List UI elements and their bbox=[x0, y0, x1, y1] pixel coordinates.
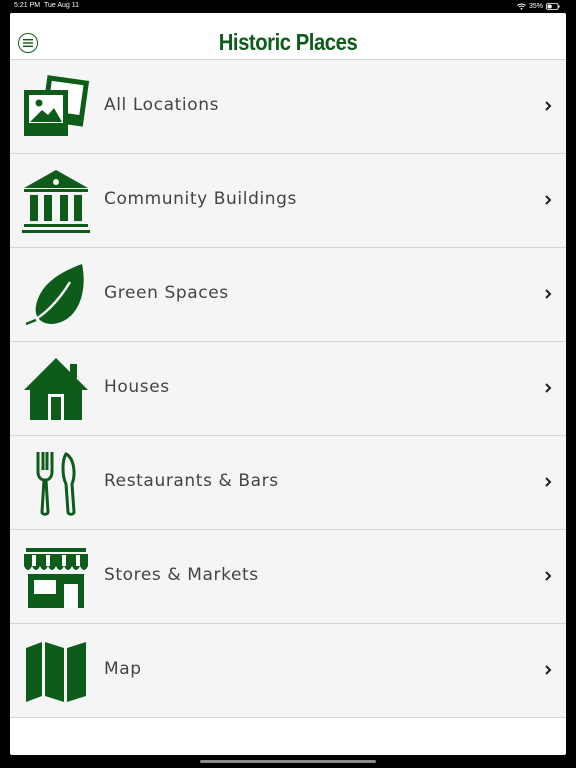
house-icon bbox=[22, 356, 90, 422]
status-date: Tue Aug 11 bbox=[44, 2, 80, 9]
battery-percent: 35% bbox=[528, 2, 543, 10]
category-label: Restaurants & Bars bbox=[104, 471, 279, 491]
category-houses[interactable]: Houses bbox=[10, 342, 566, 436]
storefront-icon bbox=[22, 544, 90, 610]
leaf-icon bbox=[22, 262, 90, 328]
category-green-spaces[interactable]: Green Spaces bbox=[10, 248, 566, 342]
status-indicators: 35% bbox=[517, 1, 560, 11]
chevron-right-icon bbox=[545, 477, 552, 487]
category-label: Stores & Markets bbox=[104, 565, 259, 585]
category-list: All Locations Community Buildings Green … bbox=[10, 60, 566, 718]
chevron-right-icon bbox=[545, 571, 552, 581]
chevron-right-icon bbox=[545, 101, 552, 111]
chevron-right-icon bbox=[545, 289, 552, 299]
fork-knife-icon bbox=[22, 450, 90, 516]
category-label: Community Buildings bbox=[104, 189, 298, 209]
chevron-right-icon bbox=[545, 665, 552, 675]
category-all-locations[interactable]: All Locations bbox=[10, 60, 566, 154]
category-label: Map bbox=[104, 659, 142, 679]
home-indicator[interactable] bbox=[200, 760, 376, 763]
category-restaurants-bars[interactable]: Restaurants & Bars bbox=[10, 436, 566, 530]
app-window: Historic Places All Locations Community … bbox=[10, 13, 566, 755]
header: Historic Places bbox=[10, 13, 566, 60]
status-bar: 5:21 PM Tue Aug 11 35% bbox=[0, 0, 576, 13]
category-label: Houses bbox=[104, 377, 170, 397]
category-stores-markets[interactable]: Stores & Markets bbox=[10, 530, 566, 624]
category-label: Green Spaces bbox=[104, 283, 229, 303]
category-community-buildings[interactable]: Community Buildings bbox=[10, 154, 566, 248]
status-time: 5:21 PM bbox=[14, 2, 41, 9]
category-label: All Locations bbox=[104, 95, 220, 115]
battery-icon bbox=[546, 2, 560, 10]
photos-icon bbox=[22, 74, 90, 140]
page-title: Historic Places bbox=[218, 29, 358, 55]
menu-circle-icon bbox=[23, 34, 33, 52]
bank-building-icon bbox=[22, 168, 90, 234]
wifi-icon bbox=[517, 3, 526, 10]
category-map[interactable]: Map bbox=[10, 624, 566, 718]
chevron-right-icon bbox=[545, 195, 552, 205]
map-icon bbox=[22, 638, 90, 704]
menu-button[interactable] bbox=[18, 33, 38, 53]
chevron-right-icon bbox=[545, 383, 552, 393]
